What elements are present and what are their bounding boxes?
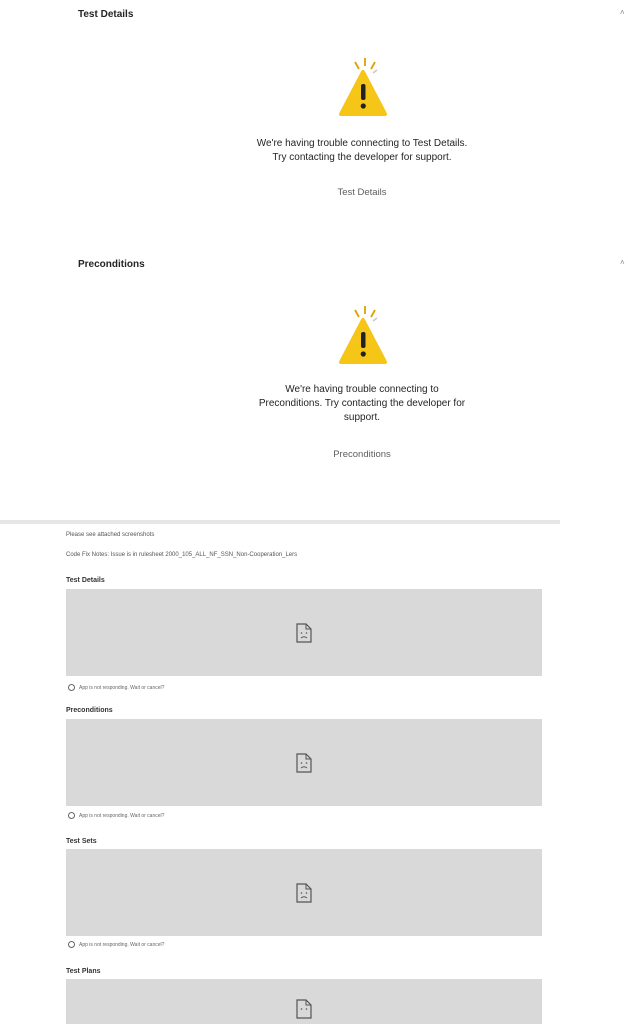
section-title-test-details: Test Details <box>78 9 134 20</box>
error-message-preconditions: We're having trouble connecting to Preco… <box>236 383 488 425</box>
block-title-test-plans: Test Plans <box>66 968 101 975</box>
error-line: Preconditions. Try contacting the develo… <box>258 398 466 409</box>
section-title-preconditions: Preconditions <box>78 259 145 270</box>
code-fix-note: Code Fix Notes: Issue is in rulesheet 20… <box>66 552 298 558</box>
spinner-icon <box>68 941 75 948</box>
embedded-screenshot: Please see attached screenshots Code Fix… <box>0 520 628 1024</box>
error-line: We're having trouble connecting to Test … <box>256 138 468 149</box>
not-responding-status[interactable]: App is not responding. Wait or cancel? <box>68 812 164 819</box>
status-text: App is not responding. Wait or cancel? <box>79 812 165 819</box>
block-title-preconditions: Preconditions <box>66 707 113 714</box>
warning-icon <box>339 58 387 116</box>
broken-document-icon <box>296 882 312 903</box>
chevron-up-icon[interactable]: ˄ <box>620 258 625 267</box>
app-placeholder <box>66 849 542 936</box>
error-message-test-details: We're having trouble connecting to Test … <box>236 137 488 165</box>
not-responding-status[interactable]: App is not responding. Wait or cancel? <box>68 684 164 691</box>
error-line: We're having trouble connecting to <box>285 384 439 395</box>
app-name-test-details: Test Details <box>337 187 387 198</box>
app-name-preconditions: Preconditions <box>333 449 391 460</box>
warning-icon <box>339 306 387 364</box>
spinner-icon <box>68 684 75 691</box>
error-panel: Test Details ˄ We're having trouble conn… <box>0 0 628 525</box>
broken-document-icon <box>296 999 312 1019</box>
attach-note: Please see attached screenshots <box>66 532 155 538</box>
block-title-test-sets: Test Sets <box>66 838 97 845</box>
status-text: App is not responding. Wait or cancel? <box>79 941 165 948</box>
app-placeholder <box>66 719 542 806</box>
broken-document-icon <box>296 752 312 773</box>
spinner-icon <box>68 812 75 819</box>
block-title-test-details: Test Details <box>66 577 105 584</box>
chevron-up-icon[interactable]: ˄ <box>620 8 625 17</box>
error-line: Try contacting the developer for support… <box>272 152 452 163</box>
status-text: App is not responding. Wait or cancel? <box>79 684 165 691</box>
not-responding-status[interactable]: App is not responding. Wait or cancel? <box>68 941 164 948</box>
error-line: support. <box>343 412 381 423</box>
app-placeholder <box>66 979 542 1024</box>
app-placeholder <box>66 589 542 676</box>
cut-off-text <box>0 520 560 524</box>
broken-document-icon <box>296 622 312 643</box>
